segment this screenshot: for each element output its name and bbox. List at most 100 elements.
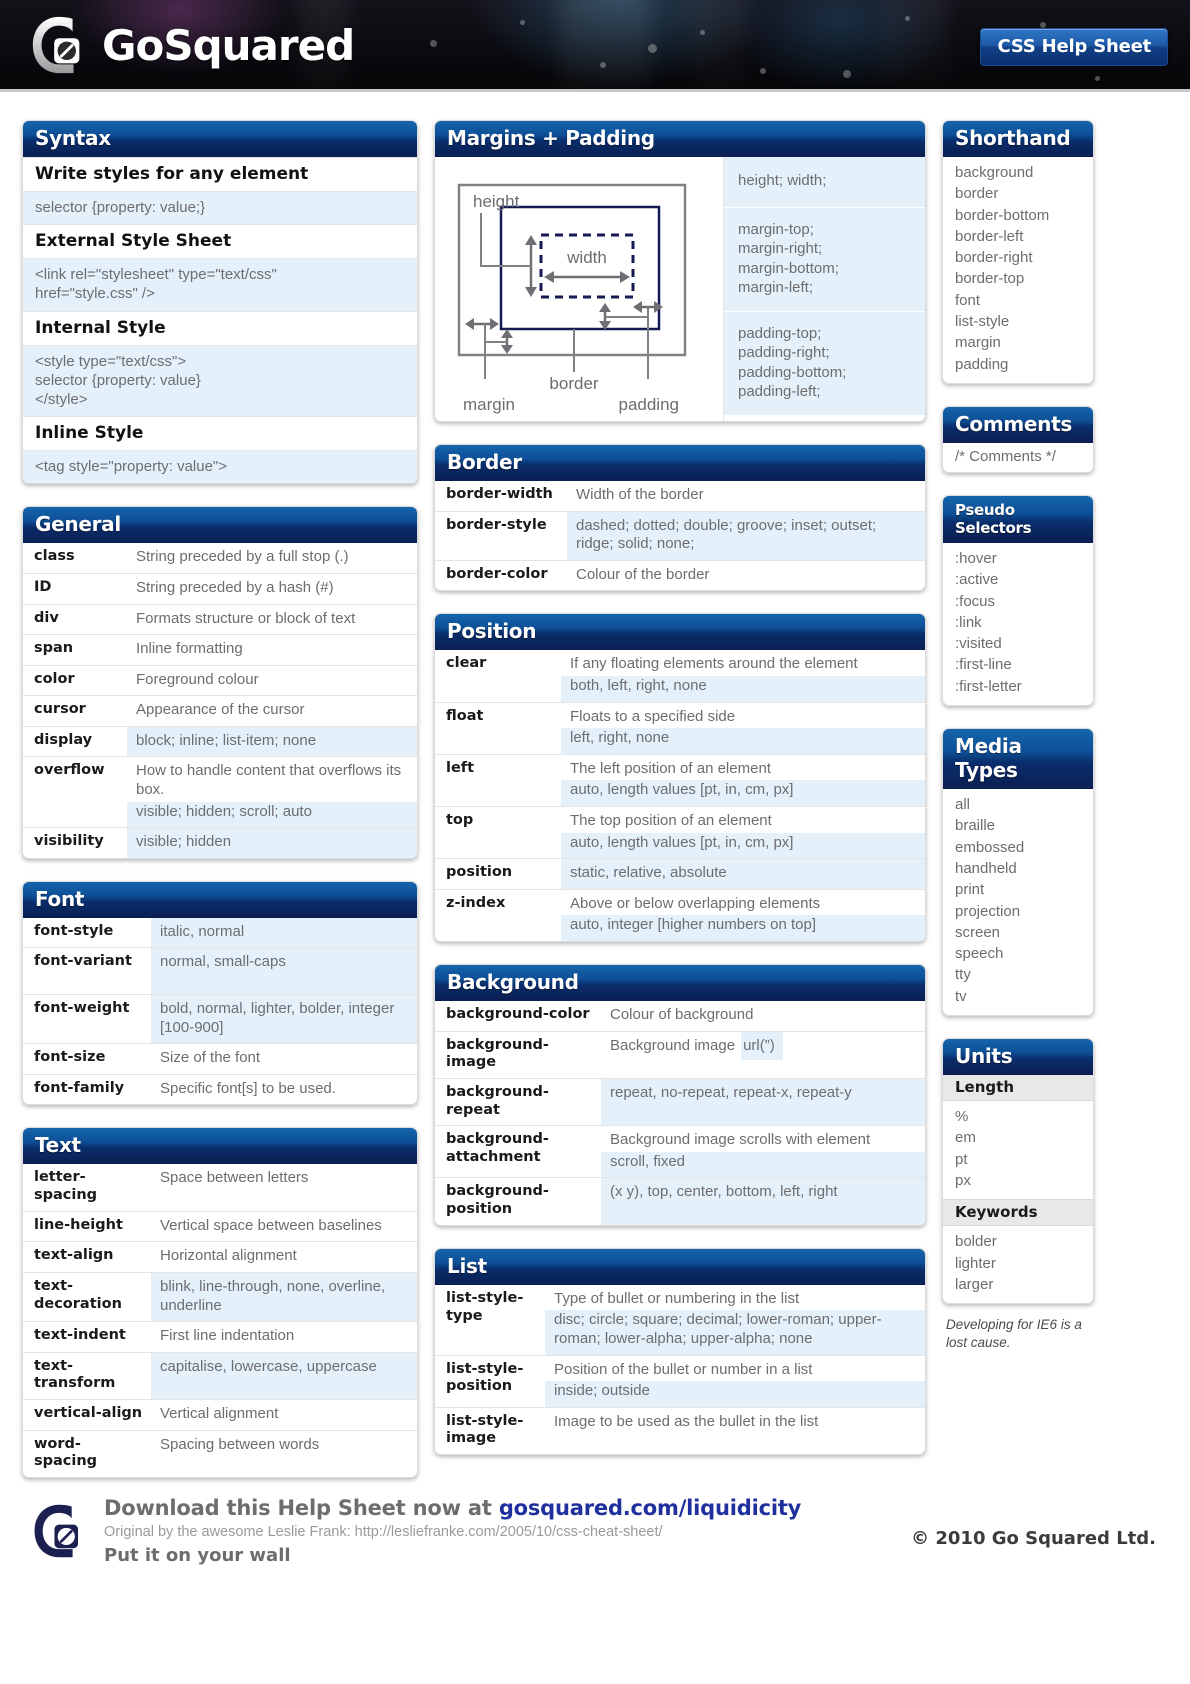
property-values: repeat, no-repeat, repeat-x, repeat-y xyxy=(601,1078,925,1126)
property-desc: Inline formatting xyxy=(136,640,243,658)
header-light-ray xyxy=(880,0,950,89)
value-group-padding: padding-top; padding-right; padding-bott… xyxy=(724,310,925,415)
syntax-code: selector {property: value;} xyxy=(23,191,417,225)
property-desc-values: The top position of an element auto, leng… xyxy=(561,806,925,859)
value-line: padding-left; xyxy=(738,383,821,400)
property-name: overflow xyxy=(23,757,127,828)
card-title-shorthand: Shorthand xyxy=(943,121,1093,157)
property-name: font-style xyxy=(23,917,151,948)
list-item: :active xyxy=(955,571,999,589)
table-row: letter-spacing Space between letters xyxy=(23,1164,417,1211)
list-item: braille xyxy=(955,817,996,835)
property-desc: Vertical alignment xyxy=(160,1405,279,1423)
column-middle: Margins + Padding width height border ma… xyxy=(434,120,926,1477)
property-desc: Above or below overlapping elements xyxy=(561,889,925,916)
list-item: border xyxy=(955,185,999,203)
property-values: disc; circle; square; decimal; lower-rom… xyxy=(545,1310,925,1355)
card-general: General class String preceded by a full s… xyxy=(22,506,418,859)
page-footer: Download this Help Sheet now at gosquare… xyxy=(0,1490,1190,1566)
property-name: color xyxy=(23,665,127,696)
property-desc: The left position of an element xyxy=(561,754,925,781)
property-desc: How to handle content that overflows its… xyxy=(127,757,417,802)
table-row: line-height Vertical space between baseli… xyxy=(23,1210,417,1242)
property-desc: Appearance of the cursor xyxy=(136,701,305,719)
syntax-code-line: selector {property: value} xyxy=(35,371,201,389)
property-name: letter-spacing xyxy=(23,1164,151,1211)
list-item: tv xyxy=(955,987,967,1005)
svg-text:border: border xyxy=(549,374,598,392)
box-model-svg: width height border xyxy=(457,183,687,393)
property-values: both, left, right, none xyxy=(561,675,925,702)
column-left: Syntax Write styles for any element sele… xyxy=(22,120,418,1500)
list-item: lighter xyxy=(955,1254,996,1272)
table-row: float Floats to a specified side left, ri… xyxy=(435,701,925,754)
table-row: text-align Horizontal alignment xyxy=(23,1241,417,1272)
svg-text:height: height xyxy=(473,192,520,211)
card-syntax: Syntax Write styles for any element sele… xyxy=(22,120,418,485)
property-name: background-attachment xyxy=(435,1126,601,1178)
units-keywords-header: Keywords xyxy=(943,1199,1093,1227)
border-rows: border-width Width of the border border-s… xyxy=(435,481,925,591)
list-item: :link xyxy=(955,613,982,631)
header-light-ray xyxy=(560,0,650,89)
property-name: display xyxy=(23,726,127,757)
list-item: px xyxy=(955,1171,971,1189)
property-name: border-color xyxy=(435,560,567,591)
property-name: background-color xyxy=(435,1000,601,1031)
list-item: pt xyxy=(955,1150,968,1168)
list-item: projection xyxy=(955,902,1021,920)
property-desc: Foreground colour xyxy=(136,670,259,688)
value-group-size: height; width; xyxy=(724,157,925,207)
table-row: background-attachment Background image s… xyxy=(435,1125,925,1178)
property-desc: The top position of an element xyxy=(561,806,925,833)
table-row: class String preceded by a full stop (.) xyxy=(23,543,417,573)
brand-name: GoSquared xyxy=(102,20,355,70)
list-item: font xyxy=(955,291,981,309)
brand-logo[interactable]: GoSquared xyxy=(28,14,355,76)
property-name: list-style-image xyxy=(435,1407,545,1455)
list-item: margin xyxy=(955,334,1001,352)
gosquared-logo-icon xyxy=(32,16,80,74)
property-name: font-variant xyxy=(23,948,151,995)
units-length-list: % em pt px xyxy=(943,1101,1093,1199)
table-row: text-transform capitalise, lowercase, upp… xyxy=(23,1351,417,1400)
property-values: inside; outside xyxy=(545,1381,925,1407)
background-rows: background-color Colour of background bac… xyxy=(435,1000,925,1225)
list-item: all xyxy=(955,796,971,814)
property-name: word-spacing xyxy=(23,1430,151,1478)
page-header: GoSquared CSS Help Sheet xyxy=(0,0,1190,92)
footer-download-link[interactable]: gosquared.com/liquidicity xyxy=(499,1496,802,1520)
card-font: Font font-style italic, normal font-varia… xyxy=(22,880,418,1106)
table-row: border-width Width of the border xyxy=(435,481,925,511)
card-title-text: Text xyxy=(23,1128,417,1165)
header-bokeh-dot xyxy=(700,30,705,35)
table-row: font-variant normal, small-caps xyxy=(23,947,417,995)
property-values: left, right, none xyxy=(561,728,925,754)
css-help-sheet-badge[interactable]: CSS Help Sheet xyxy=(980,28,1168,66)
list-item: :first-letter xyxy=(955,677,1022,695)
table-row: border-style dashed; dotted; double; groo… xyxy=(435,510,925,560)
card-margins-padding: Margins + Padding width height border ma… xyxy=(434,120,926,422)
property-desc-values: If any floating elements around the elem… xyxy=(561,650,925,702)
table-row: ID String preceded by a hash (#) xyxy=(23,572,417,604)
property-name: class xyxy=(23,543,127,573)
property-values: auto, length values [pt, in, cm, px] xyxy=(561,780,925,806)
property-desc-values: The left position of an element auto, len… xyxy=(561,754,925,806)
property-name: vertical-align xyxy=(23,1400,151,1430)
property-name: top xyxy=(435,806,561,859)
value-line: margin-left; xyxy=(738,279,814,296)
property-desc: String preceded by a full stop (.) xyxy=(136,548,349,566)
property-desc: Size of the font xyxy=(160,1049,261,1067)
footer-tagline: Put it on your wall xyxy=(104,1545,291,1566)
card-text: Text letter-spacing Space between letters… xyxy=(22,1127,418,1479)
syntax-code-line: <style type="text/css"> xyxy=(35,352,187,370)
list-item: handheld xyxy=(955,859,1017,877)
syntax-heading: Write styles for any element xyxy=(23,157,417,191)
sheet-body: Syntax Write styles for any element sele… xyxy=(0,92,1190,1500)
diagram-label-margin: margin xyxy=(463,395,515,414)
property-desc: Formats structure or block of text xyxy=(136,609,356,627)
property-desc-values: Above or below overlapping elements auto,… xyxy=(561,889,925,941)
property-desc-values: Background image scrolls with element scr… xyxy=(601,1126,925,1178)
table-row: cursor Appearance of the cursor xyxy=(23,695,417,726)
list-item: border-top xyxy=(955,270,1025,288)
